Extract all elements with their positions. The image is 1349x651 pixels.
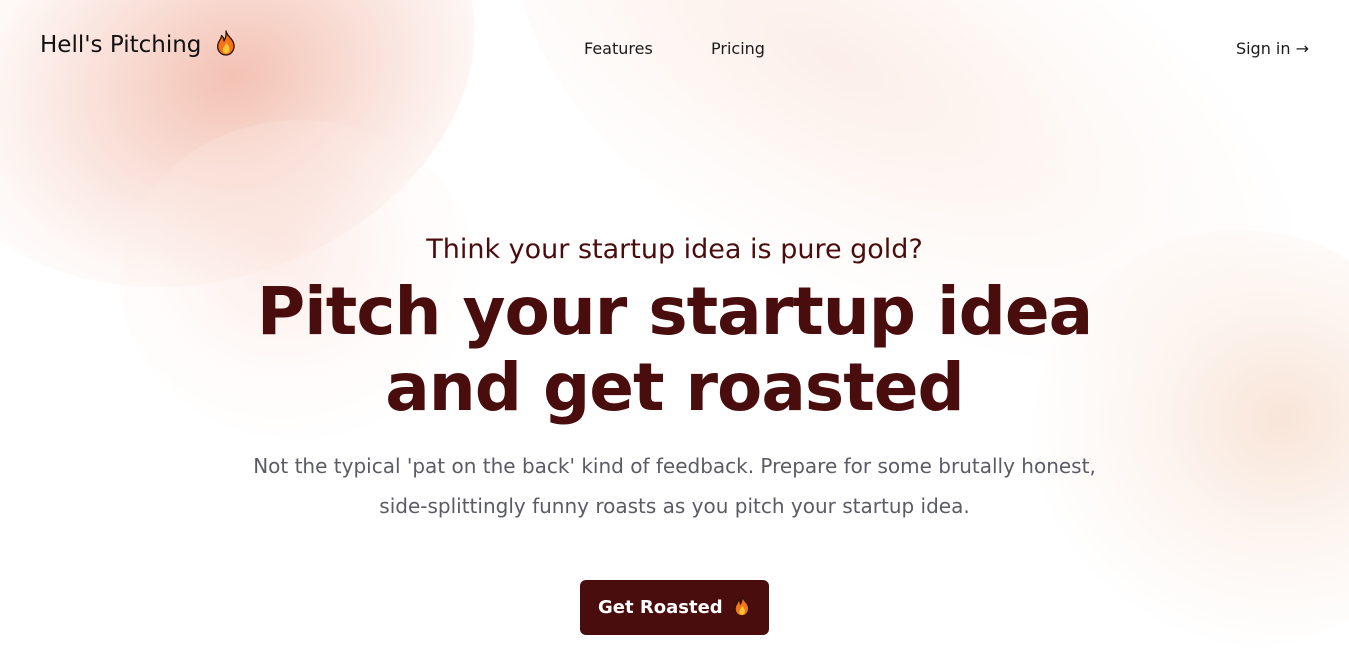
logo-text: Hell's Pitching — [40, 32, 202, 58]
hero-subtitle: Not the typical 'pat on the back' kind o… — [253, 454, 1096, 518]
hero-headline: Pitch your startup idea and get roasted — [0, 274, 1349, 426]
nav-pricing-link[interactable]: Pricing — [711, 39, 765, 58]
hero-headline-line-1: Pitch your startup idea — [256, 273, 1093, 350]
get-roasted-button[interactable]: Get Roasted — [580, 580, 769, 635]
nav-features-link[interactable]: Features — [584, 39, 653, 58]
hero-headline-line-2: and get roasted — [385, 349, 965, 426]
flame-icon — [734, 595, 750, 617]
sign-in-link[interactable]: Sign in → — [1236, 39, 1309, 58]
logo-link[interactable]: Hell's Pitching — [40, 29, 237, 58]
landing-page: Hell's Pitching Features Pricing Sign in… — [0, 0, 1349, 651]
get-roasted-label: Get Roasted — [598, 597, 723, 618]
cta-container: Get Roasted — [0, 580, 1349, 635]
hero-section: Think your startup idea is pure gold? Pi… — [0, 230, 1349, 635]
hero-eyebrow: Think your startup idea is pure gold? — [426, 234, 923, 265]
flame-icon — [216, 29, 235, 56]
top-navigation: Hell's Pitching Features Pricing Sign in… — [0, 0, 1349, 98]
